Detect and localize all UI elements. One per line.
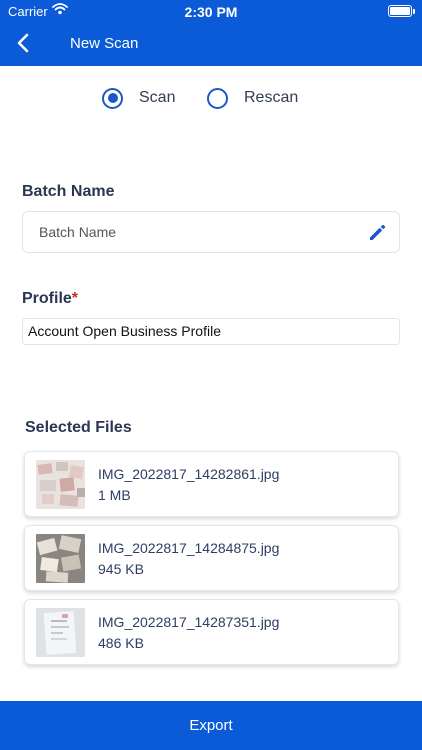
file-card[interactable]: IMG_2022817_14284875.jpg 945 KB bbox=[24, 525, 399, 591]
batch-name-field bbox=[22, 211, 400, 253]
file-thumbnail bbox=[36, 460, 85, 509]
radio-rescan[interactable]: Rescan bbox=[207, 86, 298, 110]
radio-scan-label: Scan bbox=[139, 89, 176, 106]
required-mark: * bbox=[71, 290, 79, 307]
file-size: 486 KB bbox=[98, 635, 144, 651]
radio-selected-icon bbox=[102, 87, 123, 109]
radio-unselected-icon bbox=[207, 87, 228, 109]
back-button[interactable] bbox=[16, 33, 34, 53]
file-card[interactable]: IMG_2022817_14287351.jpg 486 KB bbox=[24, 599, 399, 665]
pencil-icon[interactable] bbox=[368, 222, 388, 242]
battery-icon bbox=[388, 5, 415, 17]
batch-name-input[interactable] bbox=[39, 212, 359, 252]
export-button[interactable]: Export bbox=[0, 701, 422, 750]
file-thumbnail bbox=[36, 608, 85, 657]
radio-rescan-label: Rescan bbox=[244, 89, 299, 106]
file-thumbnail bbox=[36, 534, 85, 583]
batch-name-label: Batch Name bbox=[22, 183, 115, 200]
profile-label-text: Profile bbox=[22, 290, 72, 307]
top-bar: Carrier 2:30 PM New Scan bbox=[0, 0, 422, 66]
chevron-left-icon bbox=[17, 33, 29, 53]
file-size: 1 MB bbox=[98, 487, 131, 503]
radio-scan[interactable]: Scan bbox=[102, 86, 175, 110]
scan-mode-group: Scan Rescan bbox=[0, 86, 422, 110]
clock: 2:30 PM bbox=[184, 4, 238, 20]
page-title: New Scan bbox=[70, 35, 139, 52]
file-name: IMG_2022817_14282861.jpg bbox=[98, 466, 280, 482]
file-name: IMG_2022817_14284875.jpg bbox=[98, 540, 280, 556]
file-name: IMG_2022817_14287351.jpg bbox=[98, 614, 280, 630]
file-card[interactable]: IMG_2022817_14282861.jpg 1 MB bbox=[24, 451, 399, 517]
selected-files-label: Selected Files bbox=[25, 419, 132, 436]
file-size: 945 KB bbox=[98, 561, 144, 577]
profile-select[interactable]: Account Open Business Profile bbox=[22, 318, 400, 345]
status-bar: Carrier 2:30 PM bbox=[0, 0, 422, 24]
profile-label: Profile* bbox=[22, 290, 78, 308]
